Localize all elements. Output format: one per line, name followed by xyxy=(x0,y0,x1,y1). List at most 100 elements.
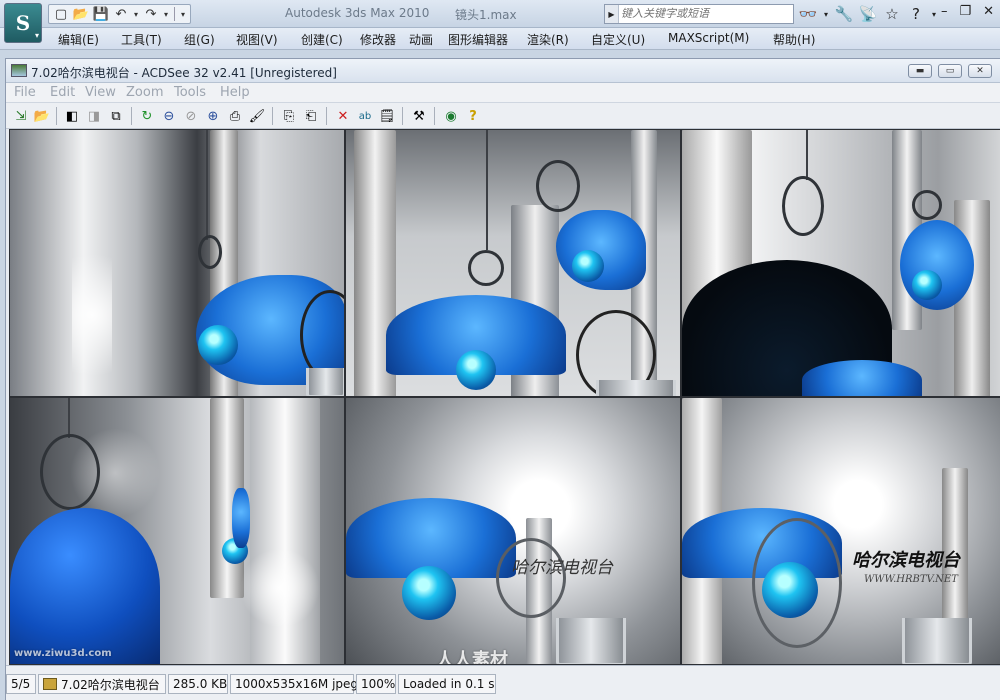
menu-customize[interactable]: 自定义(U) xyxy=(591,31,645,48)
menu-tools[interactable]: 工具(T) xyxy=(121,31,162,48)
undo-dropdown-icon[interactable]: ▾ xyxy=(132,6,140,22)
glass-ball xyxy=(402,566,456,620)
menu-zoom[interactable]: Zoom xyxy=(126,85,163,100)
favorites-star-icon[interactable]: ☆ xyxy=(882,5,902,23)
communication-icon[interactable]: 📡 xyxy=(858,5,878,23)
menu-tools[interactable]: Tools xyxy=(174,85,206,100)
image-contact-sheet: www.ziwu3d.com 哈尔滨电视台 人人素材 哈尔滨电视台 WWW.HR… xyxy=(9,129,1000,665)
menu-edit[interactable]: Edit xyxy=(50,85,75,100)
browse-icon[interactable]: ⇲ xyxy=(12,107,30,125)
help-dropdown-icon[interactable]: ▾ xyxy=(930,5,938,23)
customize-dropdown-icon[interactable]: ▾ xyxy=(179,6,187,22)
redo-icon[interactable]: ↷ xyxy=(142,6,160,22)
undo-icon[interactable]: ↶ xyxy=(112,6,130,22)
menu-modifiers[interactable]: 修改器 xyxy=(360,31,396,48)
wallpaper-icon[interactable]: 🖌 xyxy=(248,107,266,125)
view-eye-icon[interactable]: ◉ xyxy=(442,107,460,125)
search-expand-icon[interactable]: ▶ xyxy=(605,5,619,23)
menu-edit[interactable]: 编辑(E) xyxy=(58,31,99,48)
thumbnail-1[interactable] xyxy=(9,129,345,397)
close-icon[interactable]: ✕ xyxy=(983,4,994,19)
menu-view[interactable]: 视图(V) xyxy=(236,31,278,48)
properties-icon[interactable]: 🗒 xyxy=(378,107,396,125)
max-application-button[interactable]: S ▾ xyxy=(4,3,42,43)
metal-ring xyxy=(198,235,222,269)
print-icon[interactable]: ⎙ xyxy=(226,107,244,125)
quick-access-toolbar: ▢ 📂 💾 ↶ ▾ ↷ ▾ ▾ xyxy=(48,4,191,24)
next-icon[interactable]: ◨ xyxy=(85,107,103,125)
redo-dropdown-icon[interactable]: ▾ xyxy=(162,6,170,22)
hanging-cable xyxy=(206,130,208,240)
refresh-icon[interactable]: ↻ xyxy=(138,107,156,125)
new-file-icon[interactable]: ▢ xyxy=(52,6,70,22)
menu-help[interactable]: Help xyxy=(220,85,250,100)
delete-icon[interactable]: ✕ xyxy=(334,107,352,125)
max-menu-bar: 编辑(E) 工具(T) 组(G) 视图(V) 创建(C) 修改器 动画 图形编辑… xyxy=(0,28,1000,50)
glass-ball xyxy=(198,325,238,365)
zoom-reset-icon[interactable]: ⊘ xyxy=(182,107,200,125)
separator xyxy=(402,107,403,125)
glass-ball xyxy=(572,250,604,282)
help-question-icon[interactable]: ? xyxy=(464,107,482,125)
rename-icon[interactable]: ab xyxy=(356,107,374,125)
open-file-icon[interactable]: 📂 xyxy=(72,6,90,22)
status-image-count: 5/5 xyxy=(6,674,36,694)
acdsee-status-bar: 5/5 7.02哈尔滨电视台 285.0 KB 1000x535x16M jpe… xyxy=(6,665,1000,700)
separator xyxy=(131,107,132,125)
menu-rendering[interactable]: 渲染(R) xyxy=(527,31,569,48)
thumbnail-3[interactable] xyxy=(681,129,1000,397)
status-dimensions: 1000x535x16M jpeg xyxy=(230,674,358,694)
maximize-button[interactable]: ▭ xyxy=(938,64,962,78)
menu-maxscript[interactable]: MAXScript(M) xyxy=(668,31,749,45)
subscription-icon[interactable]: 🔧 xyxy=(834,5,854,23)
thumbnail-4[interactable]: www.ziwu3d.com xyxy=(9,397,345,665)
menu-file[interactable]: File xyxy=(14,85,36,100)
minimize-icon[interactable]: – xyxy=(941,4,948,19)
separator xyxy=(326,107,327,125)
metal-ring xyxy=(782,176,824,236)
separator xyxy=(272,107,273,125)
help-search: ▶ xyxy=(604,4,794,24)
menu-group[interactable]: 组(G) xyxy=(184,31,215,48)
paste-icon[interactable]: ⎗ xyxy=(302,107,320,125)
info-center-toolbar: 👓 ▾ 🔧 📡 ☆ ? ▾ xyxy=(798,4,938,24)
fullscreen-icon[interactable]: ⧉ xyxy=(107,107,125,125)
max-window-controls: – ❐ ✕ xyxy=(941,4,994,19)
search-dropdown-icon[interactable]: ▾ xyxy=(822,5,830,23)
dropdown-icon: ▾ xyxy=(34,30,39,40)
max-logo-icon: S xyxy=(15,11,31,35)
thumbnail-6[interactable]: 哈尔滨电视台 WWW.HRBTV.NET xyxy=(681,397,1000,665)
menu-help[interactable]: 帮助(H) xyxy=(773,31,815,48)
zoom-in-icon[interactable]: ⊕ xyxy=(204,107,222,125)
watermark-text: 人人素材 xyxy=(436,650,508,665)
thumbnail-2[interactable] xyxy=(345,129,681,397)
blue-glass-ornament xyxy=(900,220,974,310)
tools-icon[interactable]: ⚒ xyxy=(410,107,428,125)
menu-view[interactable]: View xyxy=(85,85,116,100)
close-button[interactable]: ✕ xyxy=(968,64,992,78)
metal-cup xyxy=(556,618,626,664)
search-input[interactable] xyxy=(621,6,791,22)
menu-animation[interactable]: 动画 xyxy=(409,31,433,48)
light-flare xyxy=(240,548,320,628)
acdsee-window-title: 7.02哈尔滨电视台 - ACDSee 32 v2.41 [Unregister… xyxy=(31,66,337,80)
save-icon[interactable]: 💾 xyxy=(92,6,110,22)
binoculars-icon[interactable]: 👓 xyxy=(798,5,818,23)
menu-create[interactable]: 创建(C) xyxy=(301,31,343,48)
acdsee-title-bar: 7.02哈尔滨电视台 - ACDSee 32 v2.41 [Unregister… xyxy=(6,59,1000,83)
open-folder-icon[interactable]: 📂 xyxy=(33,107,51,125)
copy-icon[interactable]: ⎘ xyxy=(280,107,298,125)
acdsee-window: 7.02哈尔滨电视台 - ACDSee 32 v2.41 [Unregister… xyxy=(5,58,1000,700)
previous-icon[interactable]: ◧ xyxy=(63,107,81,125)
restore-icon[interactable]: ❐ xyxy=(959,4,971,19)
thumbnail-5[interactable]: 哈尔滨电视台 人人素材 xyxy=(345,397,681,665)
metal-cup xyxy=(596,380,676,396)
metal-ring xyxy=(40,434,100,510)
metal-ring xyxy=(468,250,504,286)
zoom-out-icon[interactable]: ⊖ xyxy=(160,107,178,125)
menu-graph-editors[interactable]: 图形编辑器 xyxy=(448,31,508,48)
watermark-text: www.ziwu3d.com xyxy=(14,648,112,659)
status-filename: 7.02哈尔滨电视台 xyxy=(38,674,166,694)
help-icon[interactable]: ? xyxy=(906,5,926,23)
minimize-button[interactable]: ▬ xyxy=(908,64,932,78)
